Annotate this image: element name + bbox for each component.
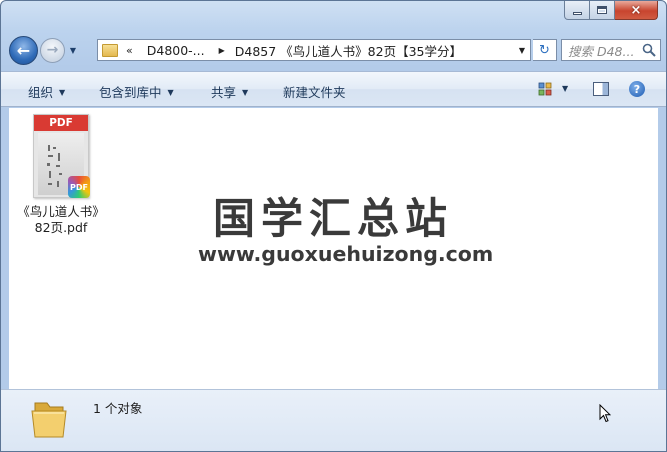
include-in-library-menu[interactable]: 包含到库中 ▼ — [99, 82, 174, 101]
help-icon[interactable]: ? — [629, 81, 645, 97]
file-name-line1: 《鸟儿道人书》 — [17, 204, 105, 219]
refresh-button[interactable]: ↻ — [533, 39, 557, 61]
item-count-status: 1 个对象 — [93, 401, 143, 416]
folder-icon — [31, 402, 67, 438]
chevron-down-icon: ▼ — [167, 88, 174, 97]
file-name-line2: 82页.pdf — [34, 220, 88, 235]
breadcrumb-current[interactable]: D4857 《鸟儿道人书》82页【35学分】 — [235, 41, 462, 60]
pdf-thumb-label: PDF — [34, 115, 88, 131]
recent-pages-dropdown[interactable]: ▼ — [67, 46, 79, 55]
search-input[interactable]: 搜索 D48... — [568, 41, 634, 60]
breadcrumb-parent[interactable]: D4800-... — [147, 43, 205, 58]
address-bar[interactable]: « D4800-... ▶ D4857 《鸟儿道人书》82页【35学分】 ▼ — [97, 39, 531, 61]
explorer-window: × ← → ▼ « D4800-... ▶ D4857 《鸟儿道人书》82页【3… — [0, 0, 667, 452]
breadcrumb-separator-icon[interactable]: ▶ — [219, 46, 225, 55]
address-dropdown-icon[interactable]: ▼ — [519, 46, 525, 55]
file-item-pdf[interactable]: PDF PDF 《鸟儿道人书》 82页.pdf — [15, 114, 107, 236]
search-box[interactable]: 搜索 D48... — [561, 39, 661, 61]
caption-buttons: × — [564, 1, 658, 20]
search-icon — [642, 43, 656, 57]
maximize-button[interactable] — [590, 1, 615, 20]
file-list-area[interactable]: PDF PDF 《鸟儿道人书》 82页.pdf 国学汇总站 www.guoxue… — [9, 108, 658, 389]
back-button[interactable]: ← — [9, 35, 38, 65]
close-button[interactable]: × — [615, 1, 658, 20]
watermark-url: www.guoxuehuizong.com — [198, 242, 494, 266]
address-overflow-chevron[interactable]: « — [126, 44, 133, 57]
organize-menu[interactable]: 组织 ▼ — [28, 82, 65, 101]
pdf-thumbnail: PDF PDF — [33, 114, 90, 198]
chevron-down-icon: ▼ — [242, 88, 249, 97]
file-name[interactable]: 《鸟儿道人书》 82页.pdf — [15, 204, 107, 236]
navigation-bar: ← → ▼ « D4800-... ▶ D4857 《鸟儿道人书》82页【35学… — [9, 35, 661, 65]
view-options-dropdown-icon[interactable]: ▼ — [562, 84, 568, 93]
preview-pane-icon[interactable] — [593, 82, 609, 96]
folder-icon — [102, 43, 118, 57]
mouse-cursor-icon — [599, 404, 611, 423]
change-view-icon[interactable] — [538, 82, 552, 96]
close-icon: × — [630, 2, 642, 18]
maximize-icon — [597, 6, 607, 14]
details-pane: 1 个对象 — [1, 389, 666, 451]
command-bar: 组织 ▼ 包含到库中 ▼ 共享 ▼ 新建文件夹 ▼ ? — [1, 71, 666, 107]
refresh-icon: ↻ — [539, 42, 550, 58]
minimize-button[interactable] — [564, 1, 590, 20]
watermark-title: 国学汇总站 — [213, 194, 454, 243]
pdf-app-badge-icon: PDF — [68, 176, 90, 198]
forward-arrow-icon: → — [46, 42, 59, 58]
new-folder-button[interactable]: 新建文件夹 — [283, 82, 346, 101]
back-arrow-icon: ← — [16, 40, 31, 60]
minimize-icon — [572, 11, 582, 15]
chevron-down-icon: ▼ — [59, 88, 66, 97]
share-menu[interactable]: 共享 ▼ — [211, 82, 248, 101]
forward-button[interactable]: → — [40, 37, 65, 63]
